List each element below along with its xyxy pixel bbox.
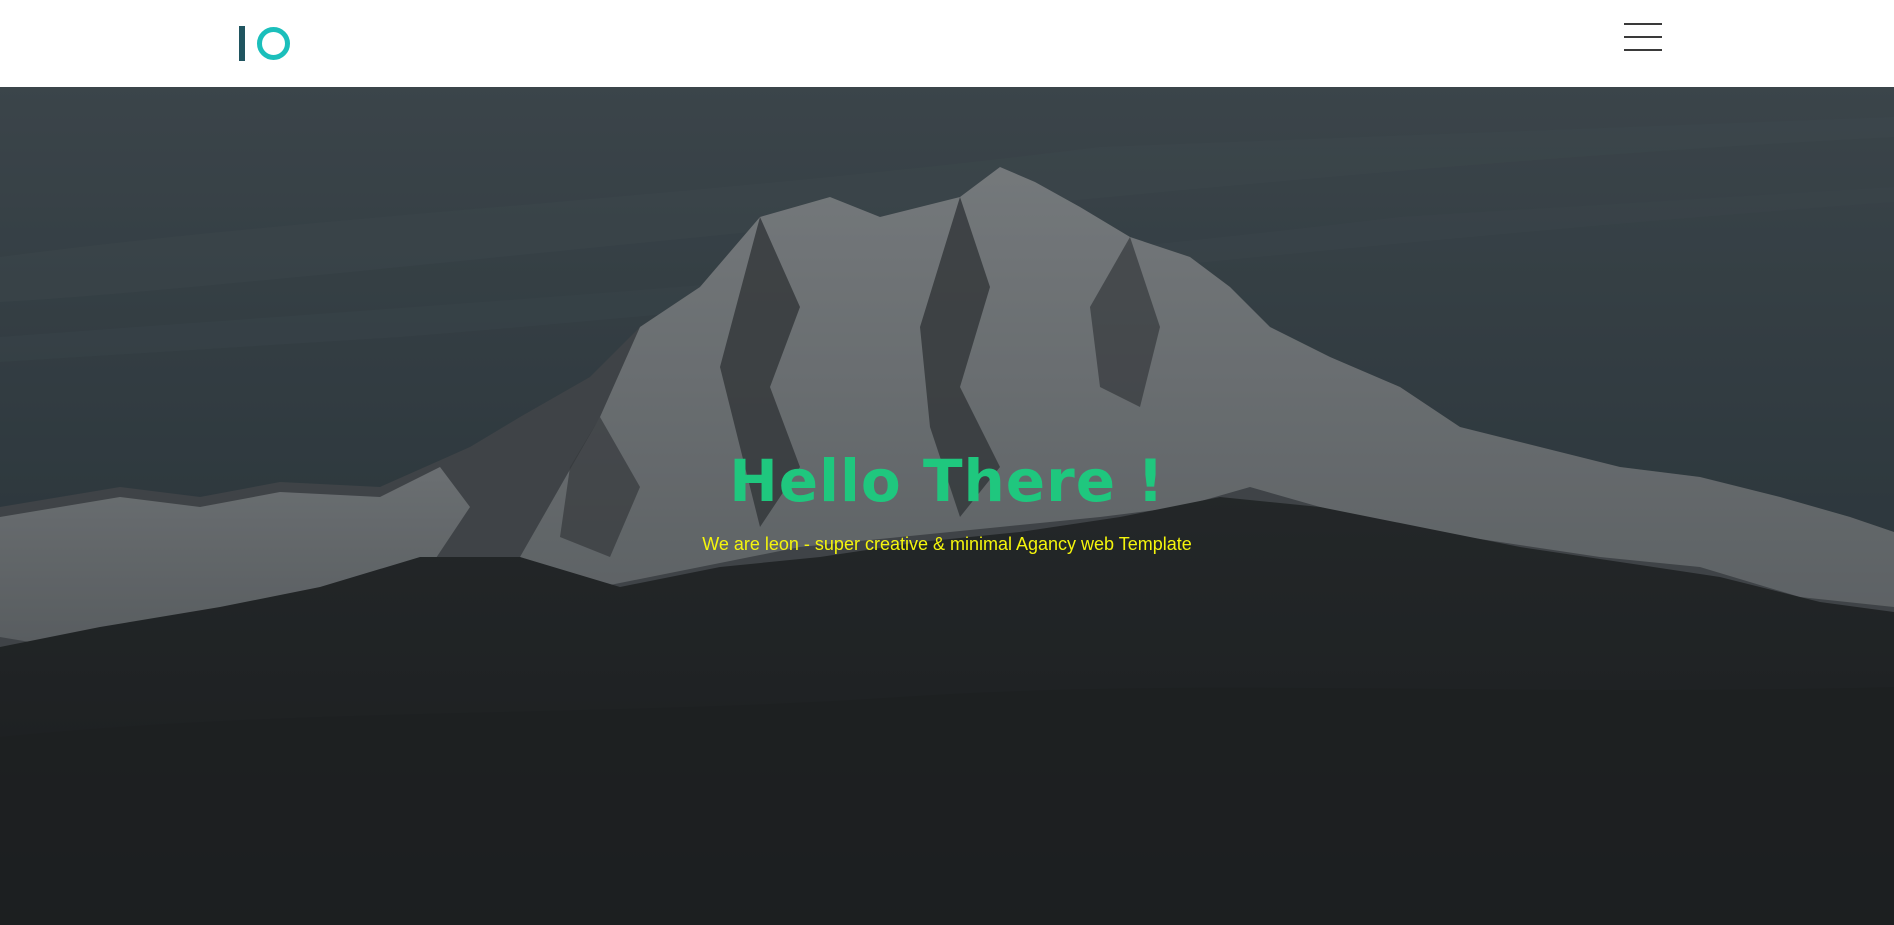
hamburger-menu-button[interactable] [1624,23,1662,51]
hero-title: Hello There ! [729,447,1165,515]
logo-letter-o [257,26,290,60]
hero-section: Hello There ! We are leon - super creati… [0,87,1894,925]
hamburger-line [1624,36,1662,38]
hero-subtitle: We are leon - super creative & minimal A… [702,534,1192,554]
hamburger-line [1624,23,1662,25]
logo-letter-i [239,25,245,61]
hamburger-line [1624,49,1662,51]
logo[interactable] [239,24,290,62]
page: Hello There ! We are leon - super creati… [0,0,1894,925]
site-header [0,0,1894,87]
